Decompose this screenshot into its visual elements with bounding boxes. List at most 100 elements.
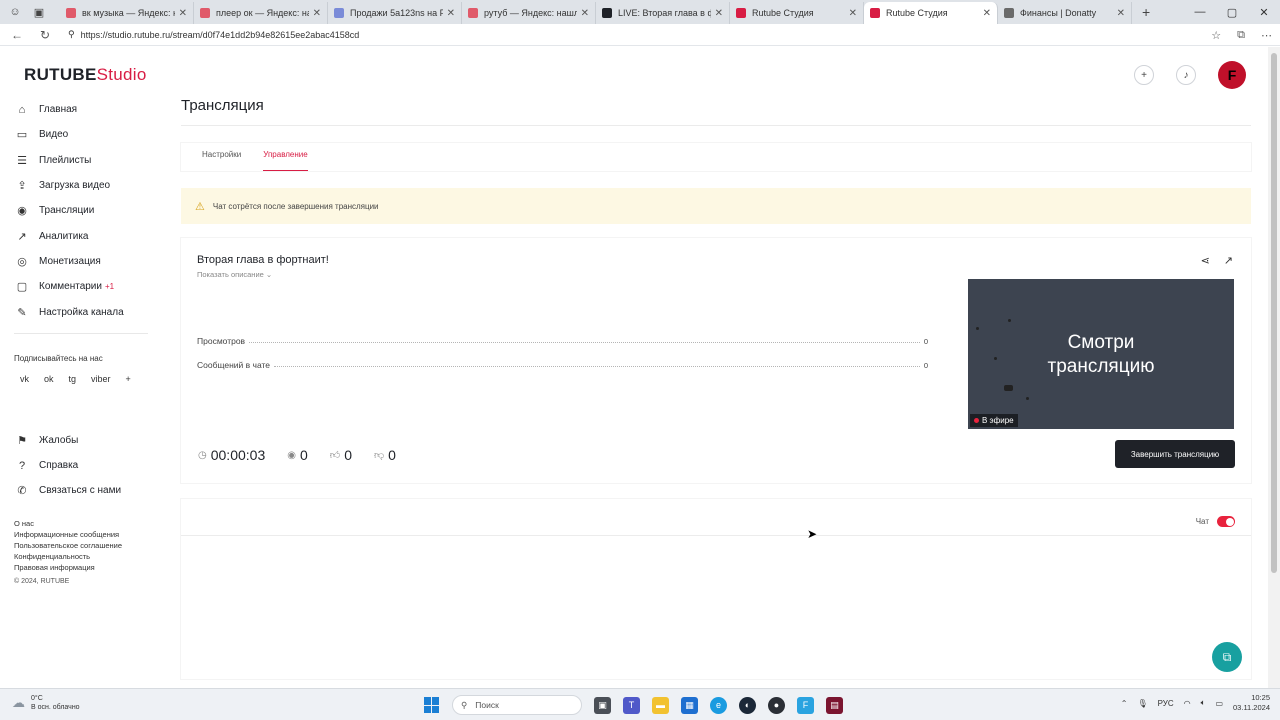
sidebar-support-item[interactable]: ⚑ Жалобы — [14, 428, 154, 453]
logo-sub: Studio — [96, 65, 147, 84]
chat-switch[interactable] — [1217, 516, 1235, 527]
clock[interactable]: 10:25 03.11.2024 — [1233, 693, 1270, 713]
close-window-icon[interactable]: ✕ — [1248, 6, 1280, 19]
sidebar-item[interactable]: ✎ Настройка канала — [14, 299, 154, 324]
clock-icon: ◷ — [198, 449, 207, 461]
chat-toggle-label: Чат — [1195, 517, 1209, 526]
browser-tab[interactable]: Rutube Студия ✕ — [864, 2, 998, 24]
social-viber-icon[interactable]: viber — [91, 374, 111, 384]
close-tab-icon[interactable]: ✕ — [313, 8, 321, 19]
new-tab-icon[interactable]: + — [1142, 4, 1150, 20]
show-description-link[interactable]: Показать описание ⌄ — [197, 270, 272, 279]
footer-link[interactable]: Правовая информация — [14, 562, 154, 573]
battery-icon[interactable]: ▭ — [1215, 699, 1223, 708]
preview-text: Смотри трансляцию — [968, 331, 1234, 379]
app-icon[interactable]: ▤ — [826, 696, 843, 714]
stream-preview[interactable]: Смотри трансляцию В эфире — [968, 279, 1234, 429]
task-view-icon[interactable]: ▣ — [594, 696, 611, 714]
footer-link[interactable]: Информационные сообщения — [14, 529, 154, 540]
bookmark-icon[interactable]: ☆ — [1211, 29, 1221, 42]
close-tab-icon[interactable]: ✕ — [179, 8, 187, 19]
browser-tabs: вк музыка — Яндекс: нашлось✕плеер ок — Я… — [60, 0, 1132, 24]
sidebar-item[interactable]: ⇪ Загрузка видео — [14, 173, 154, 198]
reload-icon[interactable]: ↻ — [34, 28, 56, 42]
sidebar-item[interactable]: ◎ Монетизация — [14, 249, 154, 274]
home-icon: ⌂ — [18, 103, 26, 116]
chevron-up-icon[interactable]: ⌃ — [1121, 699, 1128, 708]
close-tab-icon[interactable]: ✕ — [447, 8, 455, 19]
sidebar-item[interactable]: ◉ Трансляции — [14, 198, 154, 223]
close-tab-icon[interactable]: ✕ — [849, 8, 857, 19]
steam-icon[interactable]: ◐ — [739, 696, 756, 714]
close-tab-icon[interactable]: ✕ — [715, 8, 723, 19]
file-explorer-icon[interactable]: ▬ — [652, 696, 669, 714]
chat-toggle[interactable]: Чат — [1196, 516, 1235, 527]
browser-tab[interactable]: Продажи 5a123ns на Play ✕ — [328, 2, 462, 24]
footer-link[interactable]: Пользовательское соглашение — [14, 540, 154, 551]
sidebar-item[interactable]: ☰ Плейлисты — [14, 148, 154, 173]
share-icon[interactable]: ⋖ — [1201, 254, 1210, 267]
avatar[interactable]: F — [1218, 61, 1246, 89]
close-tab-icon[interactable]: ✕ — [1117, 8, 1125, 19]
browser-tab[interactable]: Финансы | Donatty ✕ — [998, 2, 1132, 24]
stat-views-value: 0 — [923, 337, 928, 346]
page-scrollbar[interactable] — [1268, 47, 1280, 688]
browser-tab[interactable]: LIVE: Вторая глава в фортнайт ✕ — [596, 2, 730, 24]
profile-icon[interactable]: ☺ — [6, 3, 24, 21]
extensions-icon[interactable]: ⧉ — [1237, 29, 1245, 42]
taskbar-search[interactable]: ⚲ Поиск — [452, 695, 582, 715]
social-ok-icon[interactable]: ok — [44, 374, 54, 384]
start-icon[interactable] — [424, 697, 440, 713]
scrollbar-thumb[interactable] — [1271, 53, 1277, 573]
address-actions: ☆ ⧉ ⋯ — [1211, 24, 1272, 46]
footer-link[interactable]: Конфиденциальность — [14, 551, 154, 562]
fortnite-icon[interactable]: F — [797, 696, 814, 714]
tab-settings[interactable]: Настройки — [202, 143, 241, 171]
microphone-icon[interactable]: 🎙︎ — [1137, 699, 1147, 708]
browser-tab[interactable]: плеер ок — Яндекс: нашлось ✕ — [194, 2, 328, 24]
social-vk-icon[interactable]: vk — [20, 374, 29, 384]
sidebar-item[interactable]: ↗ Аналитика — [14, 223, 154, 248]
support-chat-button[interactable]: ⧉ — [1212, 642, 1242, 672]
volume-icon[interactable]: 🔈︎ — [1201, 698, 1206, 708]
close-tab-icon[interactable]: ✕ — [983, 8, 991, 19]
weather-widget[interactable]: ☁ 0°C В осн. облачно — [12, 694, 80, 712]
tab-management[interactable]: Управление — [263, 143, 308, 171]
browser-tab[interactable]: рутуб — Яндекс: нашлось ✕ — [462, 2, 596, 24]
footer-link[interactable]: О нас — [14, 518, 154, 529]
teams-icon[interactable]: T — [623, 696, 640, 714]
sidebar-item[interactable]: ▭ Видео — [14, 122, 154, 147]
rutube-studio-logo[interactable]: RUTUBEStudio — [24, 65, 147, 85]
wifi-icon[interactable]: ◠ — [1184, 699, 1191, 708]
notifications-icon[interactable]: ♪ — [1176, 65, 1196, 85]
sidebar-item[interactable]: ⌂ Главная — [14, 97, 154, 122]
language-indicator[interactable]: РУС — [1158, 699, 1174, 708]
sidebar-item[interactable]: ▢ Комментарии +1 — [14, 274, 154, 299]
url-field[interactable]: ⚲ https://studio.rutube.ru/stream/d0f74e… — [68, 29, 359, 40]
stream-title: Вторая глава в фортнаит! — [197, 254, 329, 266]
external-link-icon[interactable]: ↗ — [1224, 254, 1233, 267]
social-tg-icon[interactable]: tg — [69, 374, 77, 384]
social-more-icon[interactable]: + — [126, 374, 131, 384]
back-icon[interactable]: ← — [6, 28, 28, 42]
store-icon[interactable]: ▦ — [681, 696, 698, 714]
edge-icon[interactable]: e — [710, 696, 727, 714]
maximize-icon[interactable]: ▢ — [1216, 6, 1248, 19]
minimize-icon[interactable]: — — [1184, 6, 1216, 18]
sidebar-support-item[interactable]: ✆ Связаться с нами — [14, 478, 154, 503]
close-tab-icon[interactable]: ✕ — [581, 8, 589, 19]
browser-menu-icon[interactable]: ⋯ — [1261, 29, 1272, 42]
browser-tab[interactable]: Rutube Студия ✕ — [730, 2, 864, 24]
favicon-icon — [736, 8, 746, 18]
duration-counter: ◷ 00:00:03 — [198, 447, 265, 463]
search-icon: ⚲ — [461, 699, 468, 710]
tab-actions-icon[interactable]: ▣ — [30, 3, 48, 21]
sidebar-support-item[interactable]: ? Справка — [14, 453, 154, 478]
site-info-icon[interactable]: ⚲ — [68, 29, 75, 40]
browser-tab[interactable]: вк музыка — Яндекс: нашлось ✕ — [60, 2, 194, 24]
obs-icon[interactable]: ● — [768, 696, 785, 714]
create-icon[interactable]: + — [1134, 65, 1154, 85]
comments-badge: +1 — [104, 282, 115, 292]
end-stream-button[interactable]: Завершить трансляцию — [1115, 440, 1235, 468]
page-tabs: Настройки Управление — [181, 143, 1251, 171]
